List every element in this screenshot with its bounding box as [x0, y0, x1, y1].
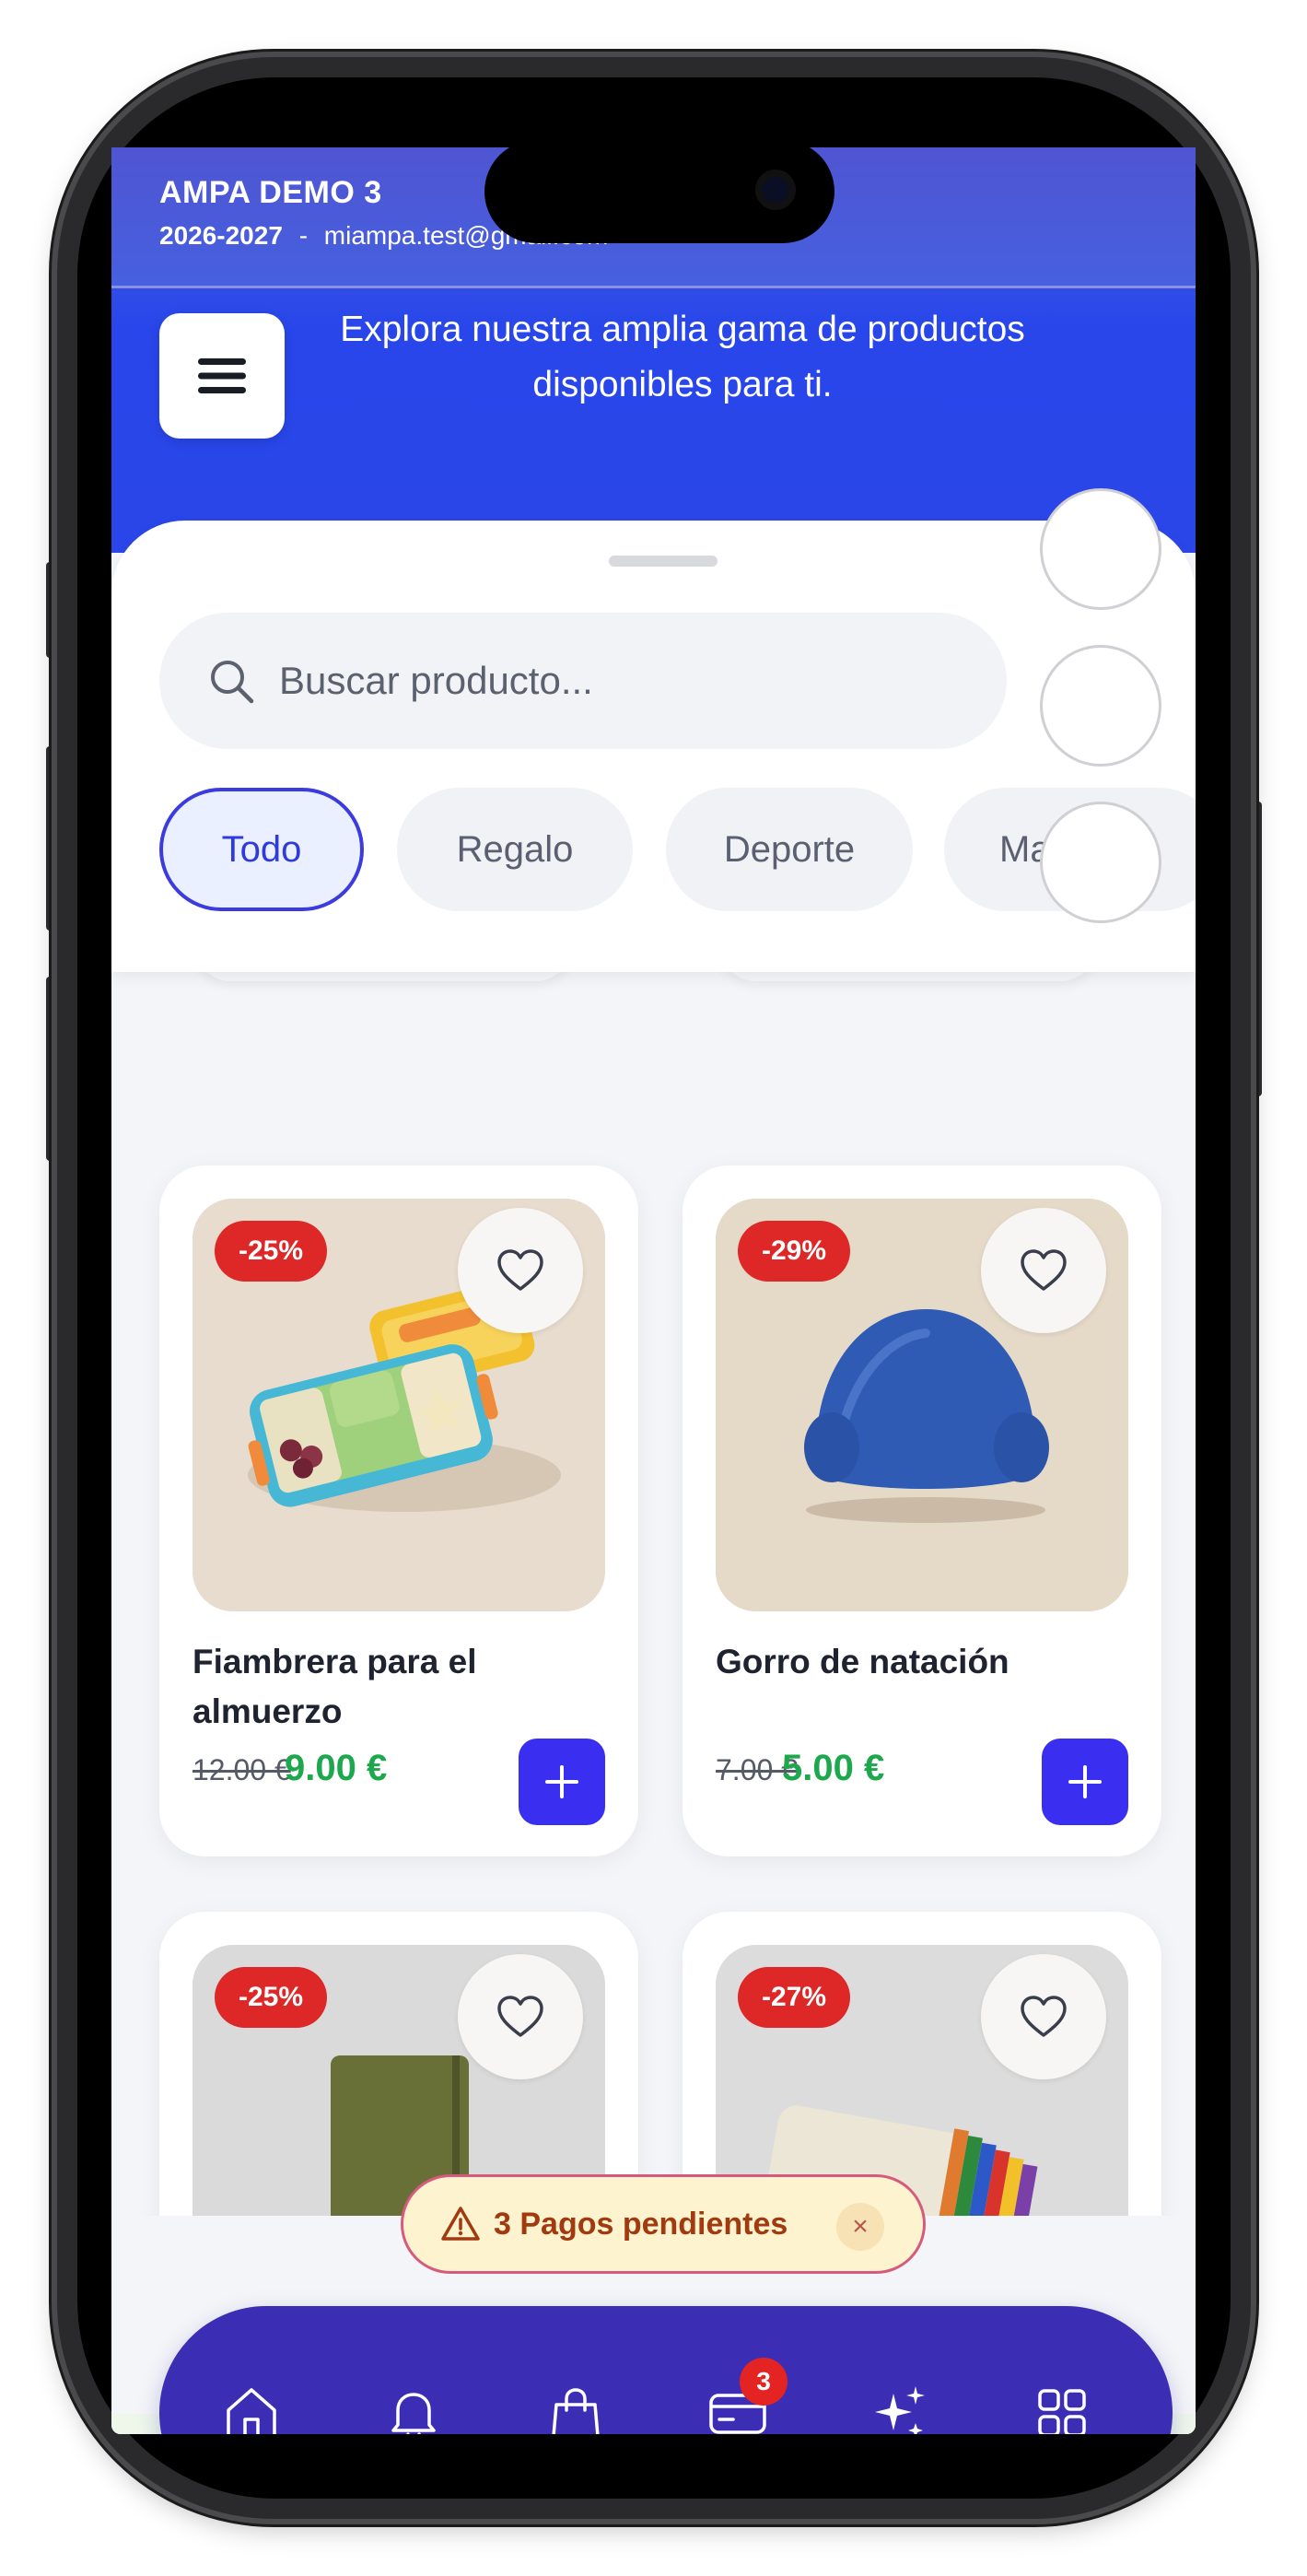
product-price: 9.00 €	[285, 1748, 388, 1788]
discount-badge: -27%	[738, 1967, 851, 2028]
favorite-button[interactable]	[981, 1954, 1106, 2079]
front-camera	[755, 170, 796, 210]
tab-payments[interactable]: 3	[701, 2358, 788, 2434]
add-to-cart-button[interactable]	[1042, 1739, 1128, 1825]
favorite-button[interactable]	[458, 1208, 583, 1333]
discount-badge: -29%	[738, 1221, 851, 1282]
warning-icon	[441, 2207, 480, 2241]
filter-sheet: Todo Regalo Deporte Material	[111, 521, 1196, 972]
payments-count-badge: 3	[740, 2358, 788, 2406]
product-old-price: 12.00 €	[193, 1753, 291, 1786]
search-bar[interactable]	[159, 613, 1007, 749]
floating-circle-2[interactable]	[1040, 645, 1161, 767]
add-to-cart-button[interactable]	[519, 1739, 605, 1825]
school-year: 2026-2027	[159, 221, 283, 250]
shopping-bag-icon	[552, 2388, 600, 2434]
tab-shop[interactable]	[539, 2376, 613, 2434]
sparkles-icon	[875, 2386, 925, 2434]
subline-separator: -	[298, 221, 309, 250]
grid-icon	[1038, 2389, 1086, 2434]
bell-icon	[391, 2393, 436, 2434]
product-name: Gorro de natación	[716, 1643, 1009, 1680]
menu-button[interactable]	[159, 313, 285, 439]
heart-icon	[497, 1996, 543, 2037]
tab-ai[interactable]	[863, 2376, 937, 2434]
floating-circle-3[interactable]	[1040, 802, 1161, 923]
plus-icon	[1068, 1765, 1102, 1798]
chip-regalo[interactable]: Regalo	[397, 788, 633, 911]
heart-icon	[1021, 1249, 1067, 1291]
discount-badge: -25%	[215, 1967, 328, 2028]
product-name: Fiambrera para el almuerzo	[193, 1643, 477, 1730]
favorite-button[interactable]	[458, 1954, 583, 2079]
close-alert-button[interactable]: ×	[836, 2203, 884, 2251]
chip-todo[interactable]: Todo	[159, 788, 364, 911]
pending-payments-alert[interactable]: 3 Pagos pendientes ×	[401, 2174, 926, 2274]
chip-deporte[interactable]: Deporte	[666, 788, 913, 911]
product-card[interactable]: -29% Gorro de natación 7.00 € 5.00 €	[683, 1165, 1161, 1856]
alert-text: 3 Pagos pendientes	[494, 2206, 788, 2242]
tab-notifications[interactable]	[377, 2376, 450, 2434]
favorite-button[interactable]	[981, 1208, 1106, 1333]
hamburger-icon	[198, 358, 246, 393]
search-input[interactable]	[277, 658, 981, 704]
product-price: 5.00 €	[782, 1748, 885, 1788]
bottom-tab-bar: 3	[159, 2306, 1173, 2434]
sheet-grabber[interactable]	[609, 556, 718, 567]
home-icon	[227, 2388, 276, 2434]
org-name: AMPA DEMO 3	[159, 175, 382, 210]
dynamic-island	[484, 147, 834, 243]
header-subtitle: Explora nuestra amplia gama de productos…	[340, 310, 1025, 404]
phone-power-button	[1249, 802, 1262, 1096]
app-header: AMPA DEMO 3 2026-2027 - miampa.test@gmai…	[111, 147, 1196, 553]
tab-home[interactable]	[215, 2376, 288, 2434]
floating-circle-1[interactable]	[1040, 488, 1161, 610]
product-card[interactable]: -25% Fiambrera para el almuerzo 12.00 € …	[159, 1165, 638, 1856]
plus-icon	[545, 1765, 578, 1798]
tab-more[interactable]	[1025, 2376, 1099, 2434]
heart-icon	[497, 1249, 543, 1291]
heart-icon	[1021, 1996, 1067, 2037]
app-screen: AMPA DEMO 3 2026-2027 - miampa.test@gmai…	[111, 147, 1196, 2434]
product-grid: -25% Fiambrera para el almuerzo 12.00 € …	[111, 972, 1196, 2434]
discount-badge: -25%	[215, 1221, 328, 1282]
search-icon	[211, 661, 254, 704]
org-status-bar: AMPA DEMO 3 2026-2027 - miampa.test@gmai…	[111, 147, 1196, 288]
